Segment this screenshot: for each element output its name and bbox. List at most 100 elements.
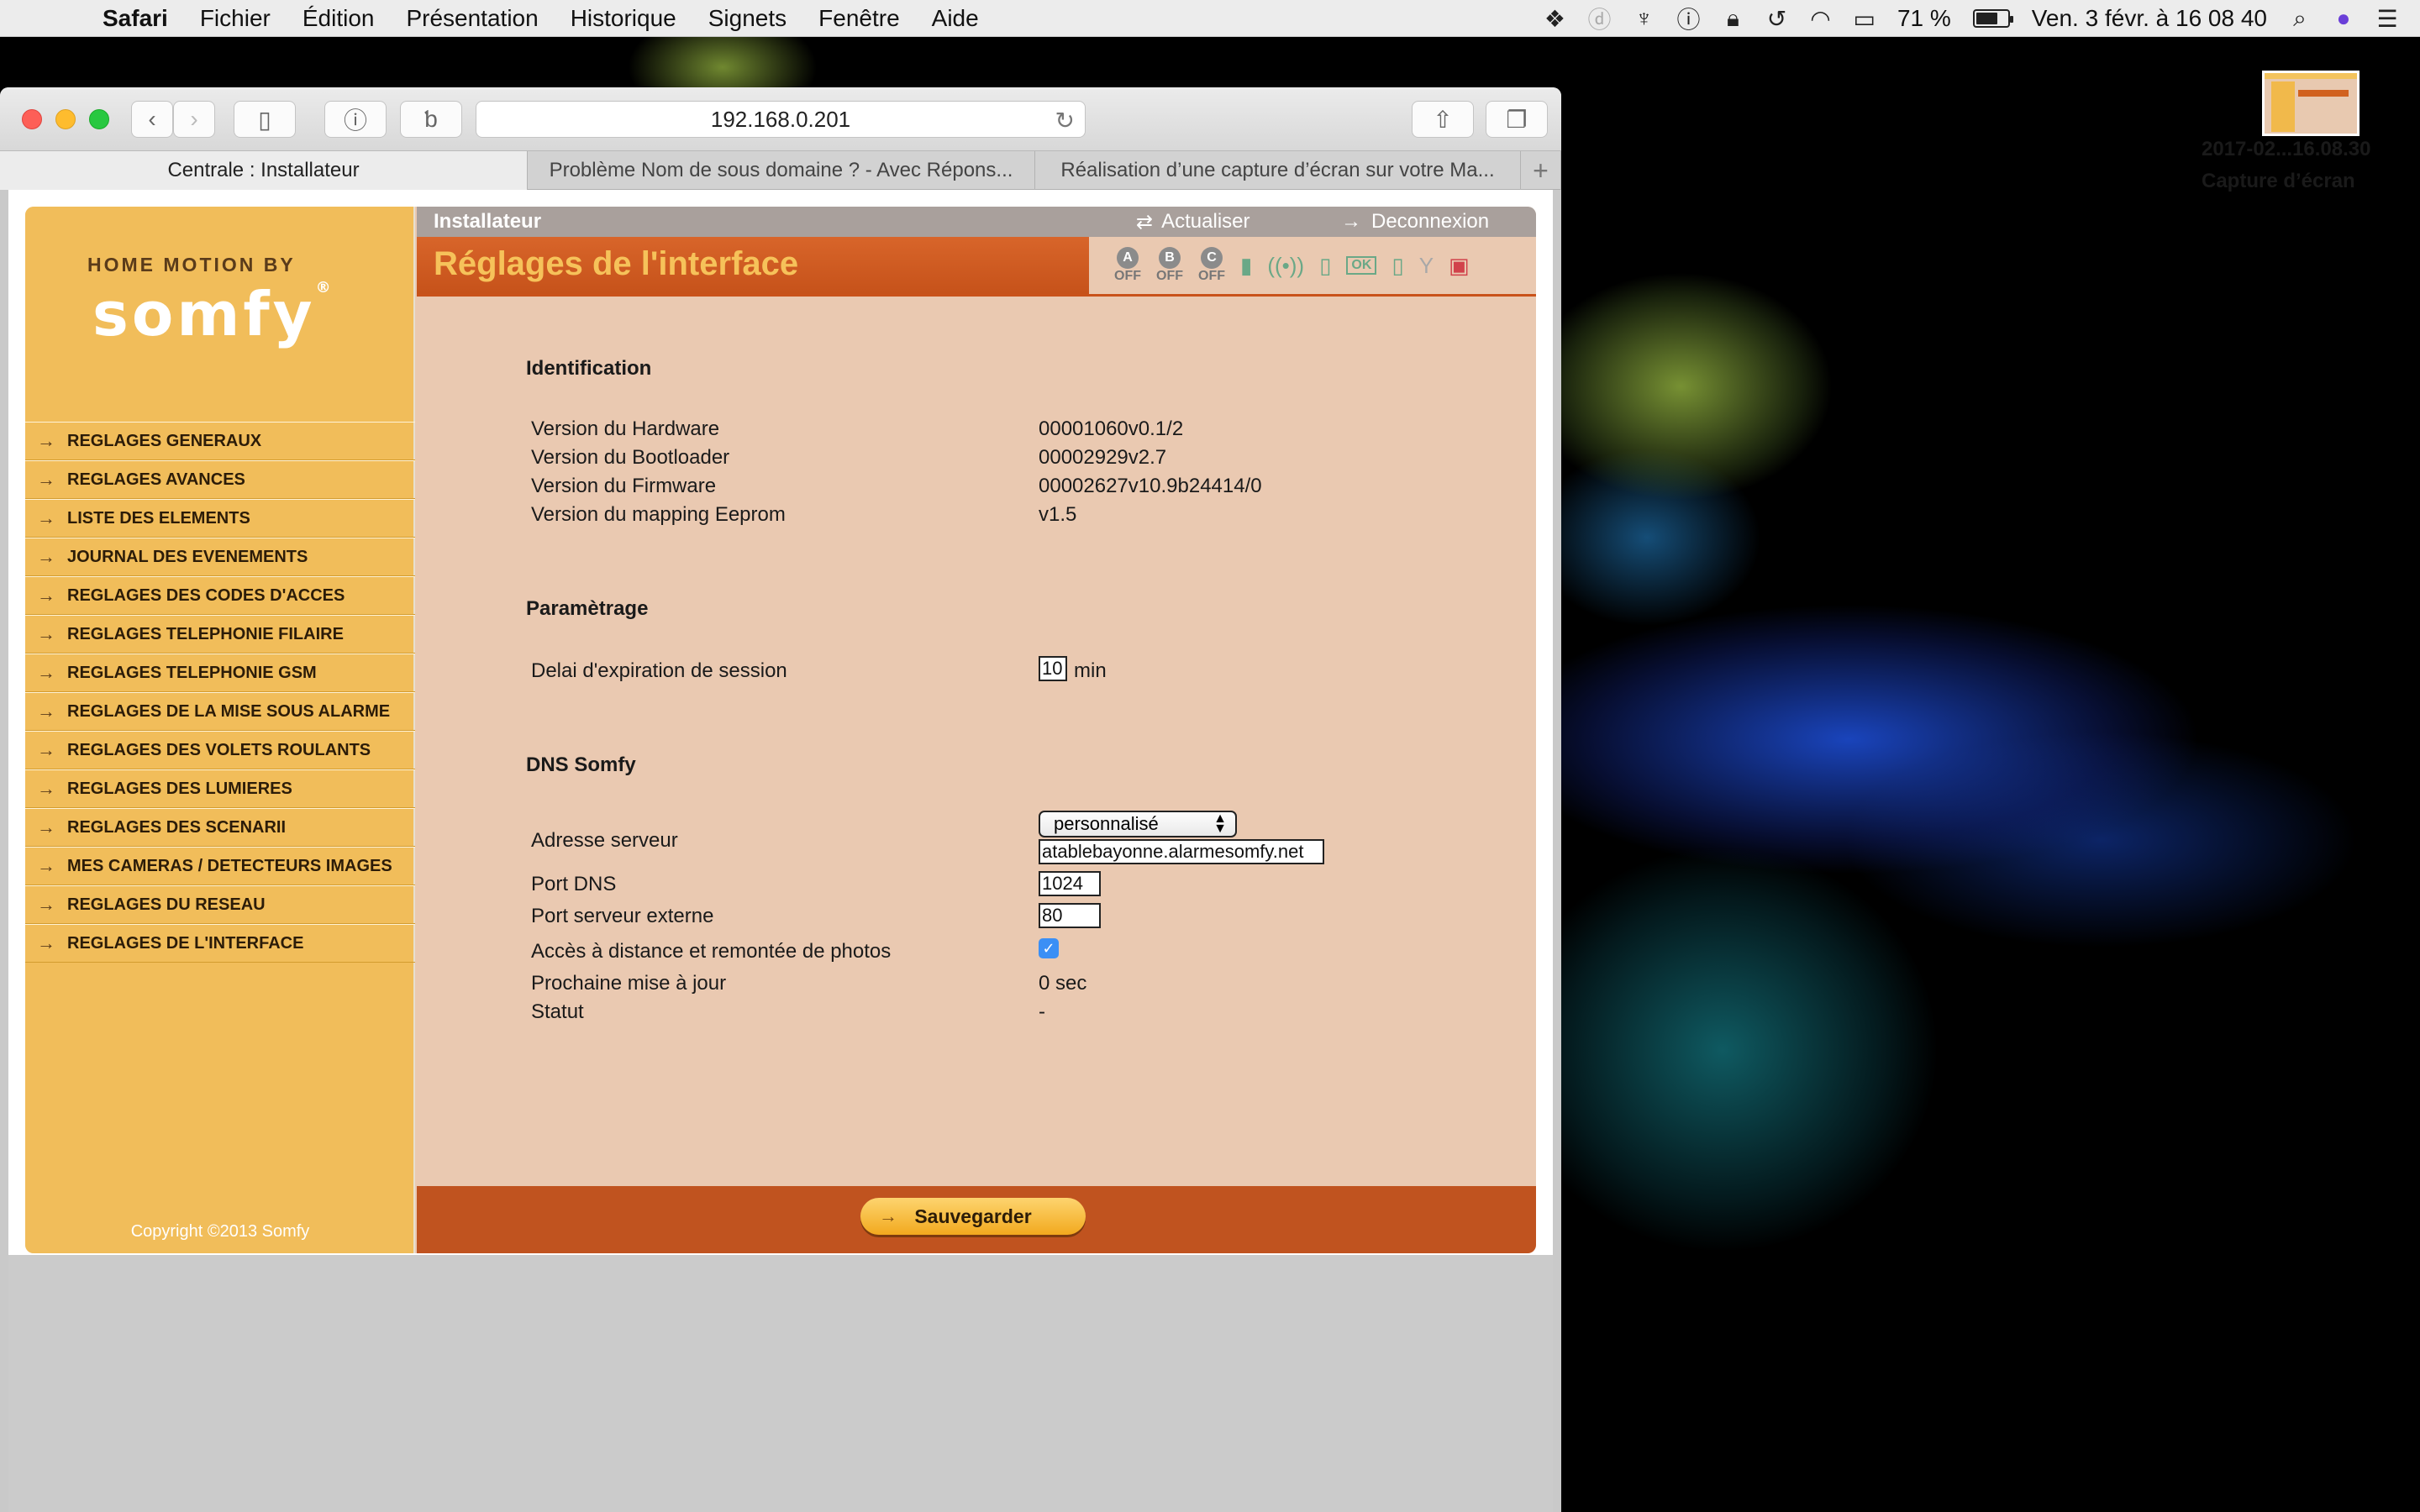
- lock-icon[interactable]: 🔒︎: [1722, 5, 1744, 33]
- zone-a-state: OFF: [1114, 269, 1141, 283]
- menu-edition[interactable]: Édition: [302, 5, 375, 32]
- sidebar-toggle-button[interactable]: ▯: [234, 101, 296, 138]
- sidebar-item-label: REGLAGES DES SCENARII: [67, 817, 287, 837]
- desktop-file-label-1: Capture d’écran: [2202, 170, 2355, 192]
- sidebar-item-label: REGLAGES GENERAUX: [67, 431, 262, 450]
- arrow-right-icon: →: [37, 623, 55, 644]
- arrow-right-icon: →: [37, 585, 55, 606]
- copyright: Copyright ©2013 Somfy: [130, 1222, 310, 1241]
- arrow-right-icon: →: [37, 894, 55, 915]
- arrow-right-icon: →: [37, 701, 55, 722]
- status-label: Statut: [531, 1000, 584, 1023]
- sidebar-item-volets-roulants[interactable]: → REGLAGES DES VOLETS ROULANTS: [25, 731, 415, 769]
- external-port-input[interactable]: [1039, 903, 1101, 928]
- server-address-input[interactable]: [1039, 839, 1324, 864]
- sidebar-item-mise-sous-alarme[interactable]: → REGLAGES DE LA MISE SOUS ALARME: [25, 692, 415, 731]
- dropbox-icon[interactable]: ❖: [1544, 5, 1565, 33]
- arrow-right-icon: →: [37, 469, 55, 490]
- sidebar-item-interface[interactable]: → REGLAGES DE L'INTERFACE: [25, 924, 415, 963]
- reload-icon[interactable]: ↻: [1055, 107, 1075, 134]
- sidebar-item-liste-elements[interactable]: → LISTE DES ELEMENTS: [25, 499, 415, 538]
- close-window-button[interactable]: [22, 109, 42, 129]
- sidebar-item-telephonie-filaire[interactable]: → REGLAGES TELEPHONIE FILAIRE: [25, 615, 415, 654]
- zoom-window-button[interactable]: [89, 109, 109, 129]
- menu-fenetre[interactable]: Fenêtre: [818, 5, 900, 32]
- sidebar-item-telephonie-gsm[interactable]: → REGLAGES TELEPHONIE GSM: [25, 654, 415, 692]
- menu-aide[interactable]: Aide: [932, 5, 979, 32]
- sidebar-item-scenarii[interactable]: → REGLAGES DES SCENARII: [25, 808, 415, 847]
- arrow-right-icon: →: [37, 778, 55, 799]
- screenshot-thumbnail: [2262, 71, 2360, 136]
- zone-c-state: OFF: [1198, 269, 1225, 283]
- system-status: A OFF B OFF C OFF ▮ ((•)) ▯ OK ▯ Y ▣: [1089, 237, 1536, 294]
- desktop-screenshot-file[interactable]: Capture d’écran 2017-02...16.08.30: [2202, 71, 2420, 192]
- sensor-icon: ▯: [1392, 252, 1404, 278]
- sidebar-item-label: REGLAGES DES LUMIERES: [67, 779, 292, 798]
- sidebar-item-journal-evenements[interactable]: → JOURNAL DES EVENEMENTS: [25, 538, 415, 576]
- logout-link[interactable]: → Deconnexion: [1341, 210, 1489, 234]
- tab-capture-ecran[interactable]: Réalisation d’une capture d’écran sur vo…: [1035, 151, 1521, 190]
- sidebar-item-reseau[interactable]: → REGLAGES DU RESEAU: [25, 885, 415, 924]
- gsm-signal-icon: Y: [1418, 252, 1434, 278]
- sidebar-item-label: MES CAMERAS / DETECTEURS IMAGES: [67, 856, 392, 875]
- spotlight-search-icon[interactable]: ⌕: [2289, 5, 2311, 33]
- share-button[interactable]: ⇧: [1412, 101, 1474, 138]
- remote-access-checkbox[interactable]: ✓: [1039, 938, 1059, 958]
- airplay-icon[interactable]: ▭: [1853, 5, 1875, 33]
- back-button[interactable]: ‹: [131, 101, 173, 138]
- zone-c-status: C OFF: [1198, 247, 1225, 284]
- server-mode-select[interactable]: personnalisé ▲ ▼: [1039, 811, 1237, 837]
- port-dns-input[interactable]: [1039, 871, 1101, 896]
- forward-button[interactable]: ›: [173, 101, 215, 138]
- tab-centrale[interactable]: Centrale : Installateur: [0, 151, 528, 190]
- menu-clock[interactable]: Ven. 3 févr. à 16 08 40: [2032, 5, 2267, 32]
- refresh-link[interactable]: ⇄ Actualiser: [1136, 210, 1249, 234]
- registered-mark: ®: [315, 279, 334, 297]
- safari-window: ‹ › ▯ ⓘ ƅ 192.168.0.201 ↻ ⇧ ❐ Centrale :…: [0, 87, 1561, 1512]
- menu-historique[interactable]: Historique: [571, 5, 676, 32]
- menu-app-name[interactable]: Safari: [103, 5, 168, 32]
- external-port-label: Port serveur externe: [531, 905, 714, 927]
- radio-signal-icon: ((•)): [1267, 252, 1305, 278]
- notification-center-icon[interactable]: ☰: [2376, 5, 2398, 33]
- bookmark-extension-button[interactable]: ƅ: [400, 101, 462, 138]
- zone-c-icon: C: [1201, 247, 1223, 269]
- new-tab-button[interactable]: +: [1521, 151, 1561, 190]
- sidebar-item-reglages-generaux[interactable]: → REGLAGES GENERAUX: [25, 422, 415, 460]
- menu-fichier[interactable]: Fichier: [200, 5, 271, 32]
- wifi-icon[interactable]: ◠: [1809, 5, 1831, 33]
- save-label: Sauvegarder: [914, 1205, 1032, 1227]
- siri-icon[interactable]: ●: [2333, 5, 2354, 32]
- hardware-version-value: 00001060v0.1/2: [1039, 417, 1184, 440]
- dash-icon[interactable]: ⓓ: [1587, 2, 1611, 35]
- tab-probleme-sous-domaine[interactable]: Problème Nom de sous domaine ? - Avec Ré…: [528, 151, 1035, 190]
- menu-signets[interactable]: Signets: [708, 5, 786, 32]
- address-bar[interactable]: 192.168.0.201 ↻: [476, 101, 1086, 138]
- flashlight-icon[interactable]: ♆: [1633, 5, 1655, 32]
- next-update-value: 0 sec: [1039, 972, 1087, 995]
- next-update-label: Prochaine mise à jour: [531, 972, 727, 995]
- server-address-label: Adresse serveur: [531, 829, 678, 852]
- top-bar: Installateur ⇄ Actualiser → Deconnexion: [417, 207, 1536, 237]
- time-machine-icon[interactable]: ↺: [1765, 5, 1787, 33]
- arrow-right-icon: →: [37, 430, 55, 451]
- tabs-icon: ❐: [1506, 106, 1528, 133]
- tab-label: Problème Nom de sous domaine ? - Avec Ré…: [549, 159, 1013, 181]
- arrow-right-icon: →: [1341, 210, 1361, 233]
- sidebar-item-label: REGLAGES DE LA MISE SOUS ALARME: [67, 701, 391, 721]
- onepassword-button[interactable]: ⓘ: [324, 101, 387, 138]
- sidebar-item-codes-acces[interactable]: → REGLAGES DES CODES D'ACCES: [25, 576, 415, 615]
- sidebar-item-reglages-avances[interactable]: → REGLAGES AVANCES: [25, 460, 415, 499]
- battery-percentage[interactable]: 71 %: [1897, 5, 1951, 32]
- sidebar-item-lumieres[interactable]: → REGLAGES DES LUMIERES: [25, 769, 415, 808]
- menu-presentation[interactable]: Présentation: [406, 5, 538, 32]
- onepassword-icon[interactable]: ⓘ: [1676, 2, 1700, 35]
- tab-overview-button[interactable]: ❐: [1486, 101, 1548, 138]
- session-timeout-input[interactable]: [1039, 656, 1067, 681]
- minimize-window-button[interactable]: [55, 109, 76, 129]
- save-button[interactable]: → Sauvegarder: [860, 1198, 1086, 1235]
- hardware-version-label: Version du Hardware: [531, 417, 720, 440]
- eeprom-version-value: v1.5: [1039, 503, 1077, 526]
- sidebar-item-cameras[interactable]: → MES CAMERAS / DETECTEURS IMAGES: [25, 847, 415, 885]
- battery-icon[interactable]: [1972, 9, 2013, 28]
